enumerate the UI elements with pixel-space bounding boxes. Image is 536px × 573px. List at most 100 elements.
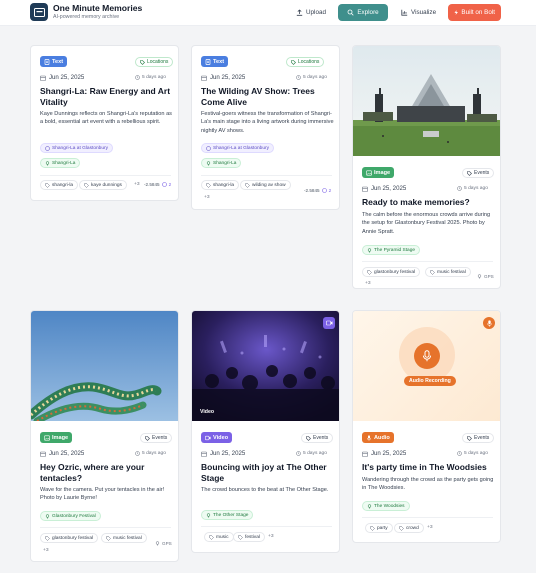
relative-time: 5 days ago: [296, 451, 327, 456]
ago-label: 5 days ago: [303, 451, 327, 456]
memory-photo[interactable]: [353, 46, 500, 156]
app-logo[interactable]: [30, 3, 48, 21]
visualize-label: Visualize: [411, 9, 437, 16]
location-chip[interactable]: Shangri-La at Glastonbury: [40, 143, 113, 153]
more-tags-count[interactable]: +3: [43, 548, 49, 553]
clock-icon: [457, 451, 462, 456]
gps-label: GPS: [484, 274, 494, 279]
memory-title[interactable]: Shangri-La: Raw Energy and Art Vitality: [40, 86, 174, 107]
tag-icon: [84, 182, 89, 188]
memory-description: Kaye Dunnings reflects on Shangri-La's r…: [40, 111, 172, 126]
location-chip[interactable]: The Woodsies: [362, 501, 410, 511]
location-label: The Woodsies: [374, 503, 405, 509]
memory-video[interactable]: Video: [192, 311, 339, 421]
upload-button[interactable]: Upload: [290, 4, 332, 21]
ago-label: 5 days ago: [142, 451, 166, 456]
tag-chip[interactable]: shangri-la: [40, 180, 79, 190]
clock-icon: [135, 75, 140, 80]
memory-card[interactable]: Image Events Jun 25, 2025 5 days ago Hey…: [30, 310, 179, 562]
memory-title[interactable]: It's party time in The Woodsies: [362, 462, 496, 473]
location-label: The Pyramid Stage: [374, 247, 416, 253]
stage-photo: [353, 46, 500, 156]
media-label: Video: [200, 409, 215, 415]
memory-title[interactable]: The Wilding AV Show: Trees Come Alive: [201, 86, 335, 107]
tag-icon: [399, 525, 404, 531]
category-chip: Events: [301, 433, 334, 443]
bolt-icon: [454, 10, 458, 15]
type-chip-audio: Audio: [362, 432, 394, 443]
tag-chip[interactable]: glastonbury festival: [362, 267, 421, 277]
tag-chip[interactable]: music festival: [101, 533, 147, 543]
memory-audio[interactable]: Audio Recording: [353, 311, 500, 421]
location-chip[interactable]: The Pyramid Stage: [362, 245, 421, 255]
tag-label: shangri-la: [213, 182, 235, 188]
location-label: Shangri-La at Glastonbury: [52, 145, 108, 151]
audio-play-button[interactable]: [414, 343, 440, 369]
memory-card[interactable]: Image Events Jun 25, 2025 5 days ago Rea…: [352, 45, 501, 289]
category-label: Locations: [298, 59, 320, 65]
category-chip: Locations: [286, 57, 325, 67]
location-label: Glastonbury Festival: [52, 513, 96, 519]
card-divider: [362, 517, 493, 518]
tag-icon: [306, 435, 311, 441]
ago-label: 5 days ago: [142, 75, 166, 80]
tag-label: festival: [245, 534, 260, 540]
memory-photo[interactable]: [31, 311, 178, 421]
video-camera-icon: [325, 320, 332, 326]
tag-chip[interactable]: kaye dunnings: [79, 180, 127, 190]
tag-chip[interactable]: glastonbury festival: [40, 533, 99, 543]
archive-icon: [33, 7, 45, 17]
tag-chip[interactable]: crowd: [394, 523, 424, 533]
memory-title[interactable]: Hey Ozric, where are your tentacles?: [40, 462, 174, 483]
type-chip-image: Image: [40, 432, 73, 443]
memory-description: Festival-goers witness the transformatio…: [201, 111, 334, 134]
gps-label: GPS: [162, 541, 172, 546]
type-label: Audio: [374, 434, 390, 441]
tag-icon: [209, 534, 214, 540]
tag-chip[interactable]: party: [365, 523, 393, 533]
chart-icon: [401, 9, 408, 16]
tag-chip[interactable]: festival: [233, 532, 265, 542]
type-chip-image: Image: [362, 167, 395, 178]
more-tags-count[interactable]: +3: [365, 281, 371, 286]
tag-label: kaye dunnings: [91, 182, 122, 188]
tag-icon: [238, 534, 243, 540]
memory-card[interactable]: Audio Recording Audio Events Jun 25, 202…: [352, 310, 501, 543]
tag-chip[interactable]: music: [204, 532, 234, 542]
tag-chip[interactable]: shangri-la: [201, 180, 240, 190]
tag-chip[interactable]: wilding av show: [240, 180, 291, 190]
tag-icon: [140, 59, 145, 65]
memory-card[interactable]: Text Locations Jun 25, 2025 5 days ago S…: [30, 45, 179, 201]
location-chip[interactable]: Shangri-La: [201, 158, 242, 168]
category-chip: Events: [140, 433, 173, 443]
location-chip[interactable]: Glastonbury Festival: [40, 511, 101, 521]
relative-time: 5 days ago: [135, 75, 166, 80]
location-chip[interactable]: Shangri-La at Glastonbury: [201, 143, 274, 153]
memory-card[interactable]: Text Locations Jun 25, 2025 5 days ago T…: [191, 45, 340, 210]
location-chip[interactable]: Shangri-La: [40, 158, 81, 168]
microphone-icon: [422, 350, 432, 362]
microphone-icon: [366, 434, 372, 441]
location-chip[interactable]: The Other Stage: [201, 510, 254, 520]
tag-icon: [106, 535, 111, 541]
more-tags-count[interactable]: +3: [427, 525, 433, 530]
built-on-bolt-button[interactable]: Built on Bolt: [448, 4, 501, 21]
upload-icon: [296, 9, 303, 16]
more-tags-count[interactable]: +3: [268, 534, 274, 539]
date-label: Jun 25, 2025: [371, 185, 407, 192]
memory-title[interactable]: Bouncing with joy at The Other Stage: [201, 462, 335, 483]
memory-title[interactable]: Ready to make memories?: [362, 197, 496, 208]
memory-date: Jun 25, 2025: [362, 185, 406, 192]
explore-button[interactable]: Explore: [338, 4, 388, 21]
tag-chip[interactable]: music festival: [425, 267, 471, 277]
video-badge: [323, 317, 335, 329]
app-title: One Minute Memories: [53, 3, 143, 13]
visualize-button[interactable]: Visualize: [395, 4, 442, 21]
memory-card[interactable]: Video Video Events Jun 25, 2025 5 days a…: [191, 310, 340, 553]
more-tags-count[interactable]: +3: [204, 195, 210, 200]
globe-icon: [206, 145, 211, 151]
category-label: Locations: [147, 59, 169, 65]
more-tags-count[interactable]: +3: [134, 182, 140, 187]
type-chip-text: Text: [201, 56, 229, 67]
clock-icon: [135, 451, 140, 456]
